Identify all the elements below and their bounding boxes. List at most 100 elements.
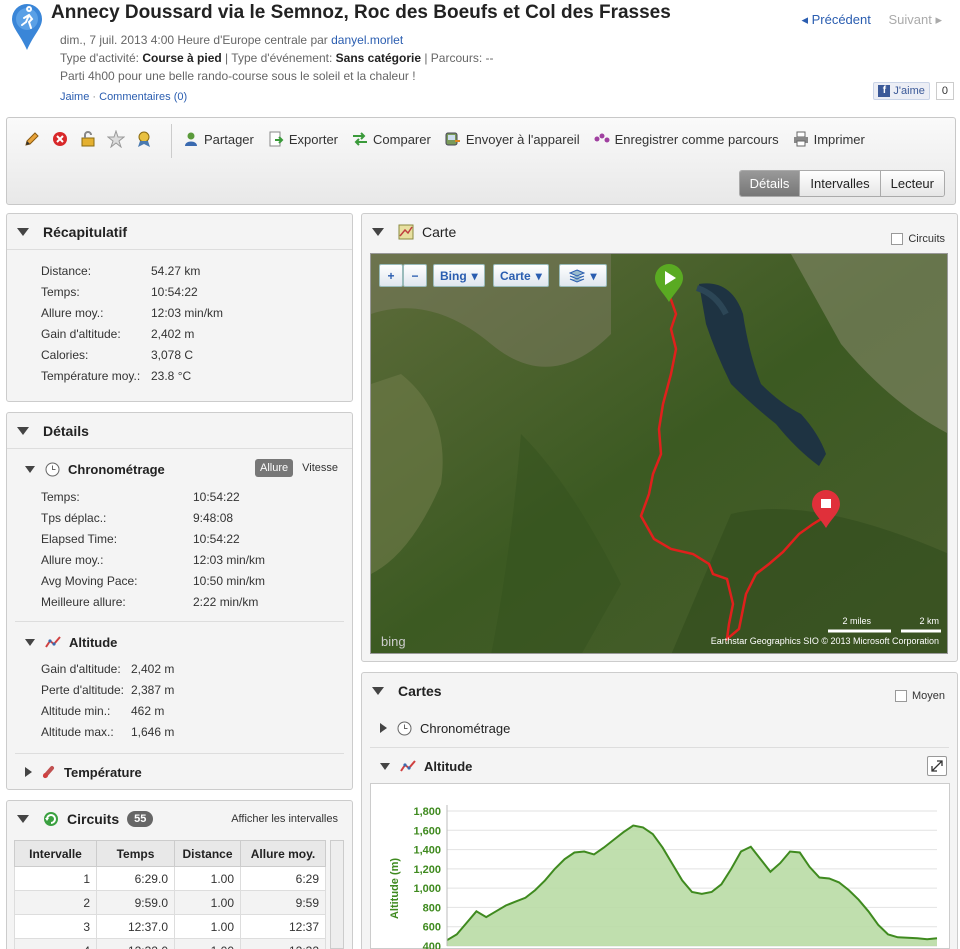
badge-award-icon[interactable] bbox=[135, 130, 153, 148]
charts-header[interactable]: Cartes bbox=[362, 673, 957, 709]
send-to-device-label: Envoyer à l'appareil bbox=[465, 131, 580, 147]
send-to-device-button[interactable]: Envoyer à l'appareil bbox=[445, 131, 580, 147]
collapse-triangle-icon bbox=[17, 815, 29, 823]
laps-count-badge: 55 bbox=[127, 811, 154, 827]
expand-triangle-icon bbox=[380, 723, 387, 733]
column-header[interactable]: Intervalle bbox=[14, 840, 97, 867]
chart-timing-title: Chronométrage bbox=[420, 720, 511, 736]
chart-altitude-header[interactable]: Altitude bbox=[362, 751, 957, 781]
tab-intervals[interactable]: Intervalles bbox=[799, 171, 880, 196]
details-header[interactable]: Détails bbox=[7, 413, 352, 449]
table-row[interactable]: 3 12:37.0 1.00 12:37 bbox=[14, 914, 326, 939]
map-type-select[interactable]: Carte ▾ bbox=[493, 264, 549, 287]
column-header[interactable]: Temps bbox=[96, 840, 175, 867]
map-credits: Earthstar Geographics SIO © 2013 Microso… bbox=[711, 636, 939, 646]
clock-icon bbox=[45, 462, 60, 476]
export-icon bbox=[269, 131, 284, 147]
expand-triangle-icon bbox=[25, 767, 32, 777]
zoom-out-button[interactable]: − bbox=[403, 264, 427, 287]
device-icon bbox=[445, 132, 460, 146]
route-map[interactable]: 2 miles 2 km bing Earthstar Geographics … bbox=[370, 253, 948, 654]
delete-icon[interactable] bbox=[51, 130, 69, 148]
table-row[interactable]: 2 9:59.0 1.00 9:59 bbox=[14, 890, 326, 915]
column-header[interactable]: Distance bbox=[174, 840, 241, 867]
lap-distance: 1.00 bbox=[174, 914, 241, 939]
map-source-select[interactable]: Bing ▾ bbox=[433, 264, 485, 287]
stat-value: 10:50 min/km bbox=[193, 574, 266, 588]
stat-value: 23.8 °C bbox=[151, 369, 192, 383]
print-button[interactable]: Imprimer bbox=[793, 131, 865, 147]
altitude-section-header[interactable]: Altitude bbox=[7, 627, 352, 657]
stat-label: Altitude min.: bbox=[41, 704, 111, 718]
like-link[interactable]: Jaime bbox=[60, 91, 89, 103]
page-title: Annecy Doussard via le Semnoz, Roc des B… bbox=[51, 2, 671, 23]
tab-details[interactable]: Détails bbox=[739, 171, 800, 196]
lap-distance: 1.00 bbox=[174, 938, 241, 949]
share-button[interactable]: Partager bbox=[183, 131, 254, 147]
author-link[interactable]: danyel.morlet bbox=[331, 33, 403, 47]
table-row[interactable]: 1 6:29.0 1.00 6:29 bbox=[14, 866, 326, 891]
compare-button[interactable]: Comparer bbox=[352, 131, 431, 147]
map-source-label: Bing bbox=[440, 268, 467, 283]
expand-icon bbox=[931, 760, 943, 772]
checkbox[interactable] bbox=[894, 690, 907, 702]
stat-value: 2,387 m bbox=[131, 683, 175, 697]
map-layers-select[interactable]: ▾ bbox=[559, 264, 607, 287]
laps-checkbox[interactable]: Circuits bbox=[891, 233, 945, 245]
map-title: Carte bbox=[422, 224, 457, 240]
y-tick-label: 400 bbox=[423, 941, 441, 949]
altitude-chart-svg: 1,800 1,600 1,400 1,200 1,000 800 600 400 Altitu… bbox=[389, 805, 938, 949]
map-header[interactable]: Carte bbox=[362, 214, 957, 250]
pace-toggle[interactable]: Allure bbox=[255, 459, 294, 477]
export-button[interactable]: Exporter bbox=[268, 131, 338, 147]
privacy-lock-icon[interactable] bbox=[79, 130, 97, 148]
chart-timing-header[interactable]: Chronométrage bbox=[362, 713, 957, 743]
favorite-star-icon[interactable] bbox=[107, 130, 125, 148]
previous-label: Précédent bbox=[811, 12, 871, 27]
previous-link[interactable]: ◂ Précédent bbox=[801, 12, 870, 27]
details-title: Détails bbox=[43, 422, 89, 439]
stat-label: Distance: bbox=[41, 264, 92, 278]
social-links: Jaime · Commentaires (0) bbox=[60, 91, 187, 103]
stat-label: Temps: bbox=[41, 490, 80, 504]
stat-label: Calories: bbox=[41, 348, 89, 362]
edit-pencil-icon[interactable] bbox=[23, 130, 41, 148]
average-checkbox[interactable]: Moyen bbox=[894, 690, 945, 702]
timing-title: Chronométrage bbox=[68, 461, 165, 477]
table-row[interactable]: 412:32.01.0012:32 bbox=[14, 938, 326, 949]
expand-chart-button[interactable] bbox=[927, 756, 947, 776]
next-link[interactable]: Suivant ▸ bbox=[888, 12, 942, 27]
tab-player[interactable]: Lecteur bbox=[879, 171, 944, 196]
facebook-icon: f bbox=[878, 85, 891, 97]
comments-link[interactable]: Commentaires (0) bbox=[99, 91, 187, 103]
details-panel: Détails Chronométrage Allure Vitesse Tem… bbox=[6, 412, 353, 790]
separator: · bbox=[89, 91, 100, 103]
y-tick-label: 1,400 bbox=[413, 845, 441, 857]
stat-value: 1,646 m bbox=[131, 725, 175, 739]
stat-value: 10:54:22 bbox=[193, 490, 240, 504]
compare-label: Comparer bbox=[373, 131, 431, 147]
altitude-rows: Gain d'altitude: 2,402 m Perte d'altitude… bbox=[41, 659, 174, 743]
facebook-like-button[interactable]: f J'aime bbox=[873, 82, 930, 100]
lap-time: 6:29.0 bbox=[96, 866, 175, 891]
summary-header[interactable]: Récapitulatif bbox=[7, 214, 352, 250]
show-intervals-link[interactable]: Afficher les intervalles bbox=[231, 813, 338, 825]
laps-scrollbar[interactable] bbox=[330, 840, 344, 949]
temperature-section-header[interactable]: Température bbox=[7, 757, 352, 787]
save-as-course-button[interactable]: Enregistrer comme parcours bbox=[594, 131, 779, 147]
compare-icon bbox=[353, 132, 368, 146]
column-header[interactable]: Allure moy. bbox=[240, 840, 326, 867]
altitude-chart[interactable]: 1,800 1,600 1,400 1,200 1,000 800 600 400 Altitu… bbox=[370, 783, 950, 949]
zoom-in-button[interactable]: + bbox=[379, 264, 403, 287]
lap-time: 9:59.0 bbox=[96, 890, 175, 915]
checkbox[interactable] bbox=[891, 233, 904, 245]
stat-value: 12:03 min/km bbox=[193, 553, 266, 567]
lap-pace: 12:32 bbox=[240, 938, 326, 949]
zoom-controls: + − bbox=[379, 264, 427, 287]
chevron-down-icon: ▾ bbox=[590, 268, 597, 283]
stat-value: 10:54:22 bbox=[193, 532, 240, 546]
stat-value: 2,402 m bbox=[151, 327, 195, 341]
running-pin-icon bbox=[12, 4, 42, 50]
stat-value: 462 m bbox=[131, 704, 165, 718]
speed-toggle[interactable]: Vitesse bbox=[297, 459, 343, 477]
